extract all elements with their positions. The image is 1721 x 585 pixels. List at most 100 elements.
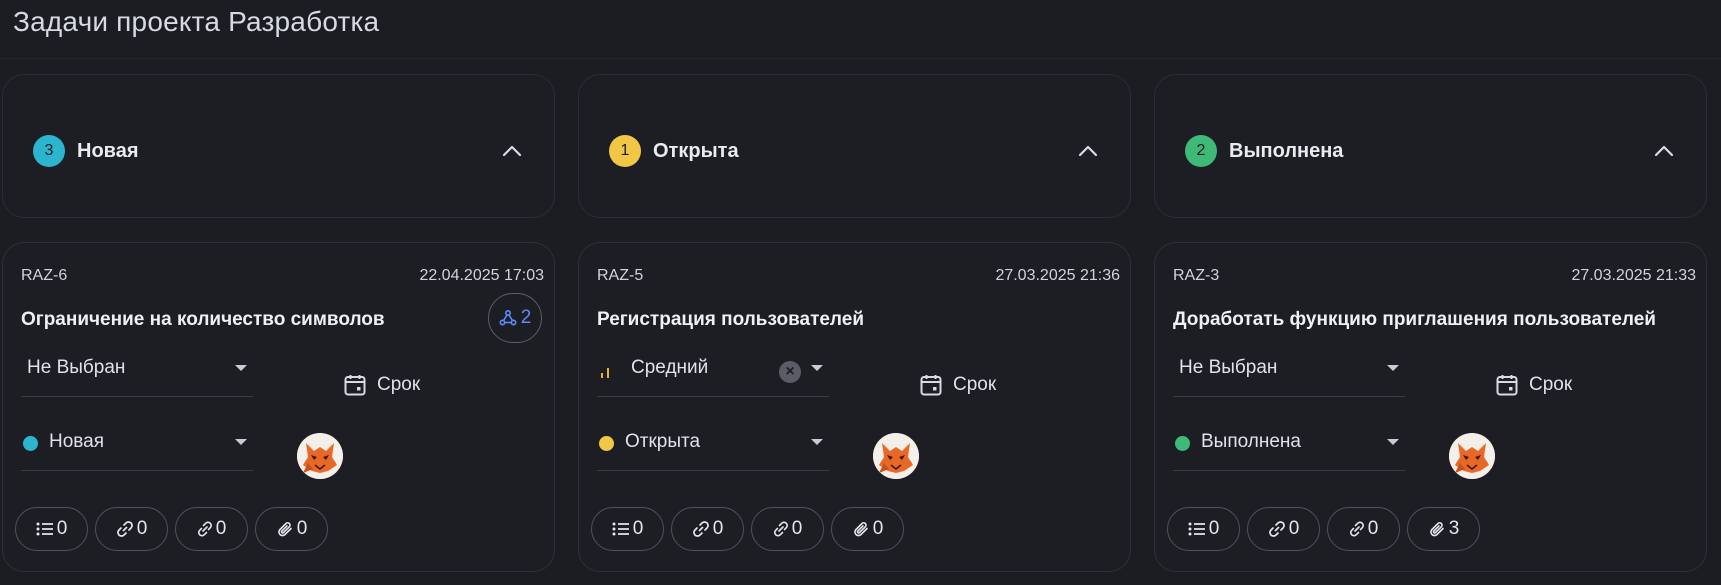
checklist-icon <box>1188 522 1205 536</box>
task-id[interactable]: RAZ-6 <box>21 267 67 285</box>
due-date-label: Срок <box>1529 374 1573 395</box>
checklist-counter[interactable]: 0 <box>591 507 664 551</box>
page-title: Задачи проекта Разработка <box>13 6 380 37</box>
task-title[interactable]: Ограничение на количество символов <box>21 309 385 331</box>
checklist-icon <box>612 522 629 536</box>
dropdown-arrow-icon <box>235 439 247 445</box>
links-counter[interactable]: 0 <box>671 507 744 551</box>
assignee-avatar[interactable] <box>297 433 343 479</box>
calendar-icon <box>344 375 366 396</box>
column-header: 1 Открыта <box>578 74 1131 218</box>
priority-value: Не Выбран <box>1179 357 1278 378</box>
column-open: 1 Открыта RAZ-5 27.03.2025 21:36 Регистр… <box>578 72 1133 585</box>
links-counter[interactable]: 0 <box>1247 507 1320 551</box>
subtasks-button[interactable]: 2 <box>488 293 542 343</box>
status-dot <box>23 436 38 451</box>
status-select[interactable]: Выполнена <box>1173 423 1405 471</box>
priority-bars-icon <box>601 368 609 378</box>
task-date: 27.03.2025 21:36 <box>995 267 1120 284</box>
card-counters: 0 0 0 0 <box>15 507 328 551</box>
dropdown-arrow-icon <box>1387 365 1399 371</box>
priority-value: Средний <box>631 357 709 378</box>
due-date-label: Срок <box>377 374 421 395</box>
checklist-icon <box>36 522 53 536</box>
relations-counter[interactable]: 0 <box>751 507 824 551</box>
link-icon <box>116 521 133 537</box>
status-select[interactable]: Открыта <box>597 423 829 471</box>
task-card[interactable]: RAZ-6 22.04.2025 17:03 Ограничение на ко… <box>2 242 555 572</box>
task-card[interactable]: RAZ-3 27.03.2025 21:33 Доработать функци… <box>1154 242 1707 572</box>
title-divider <box>0 58 1721 59</box>
column-title: Выполнена <box>1229 140 1344 162</box>
relations-counter[interactable]: 0 <box>175 507 248 551</box>
link-icon <box>1268 521 1285 537</box>
column-title: Новая <box>77 140 139 162</box>
priority-value: Не Выбран <box>27 357 126 378</box>
task-card[interactable]: RAZ-5 27.03.2025 21:36 Регистрация польз… <box>578 242 1131 572</box>
paperclip-icon <box>277 522 292 537</box>
card-counters: 0 0 0 3 <box>1167 507 1480 551</box>
dropdown-arrow-icon <box>811 439 823 445</box>
chevron-up-icon <box>1654 145 1674 157</box>
attachments-count: 0 <box>872 518 884 539</box>
clear-icon[interactable]: × <box>779 361 801 383</box>
collapse-button[interactable] <box>1072 135 1104 167</box>
due-date-button[interactable]: Срок <box>343 373 420 397</box>
kanban-board: 3 Новая RAZ-6 22.04.2025 17:03 Ограничен… <box>0 72 1721 585</box>
fox-avatar-image <box>297 433 343 479</box>
status-dot <box>599 436 614 451</box>
status-dot <box>1175 436 1190 451</box>
due-date-button[interactable]: Срок <box>1495 373 1572 397</box>
priority-select[interactable]: Средний × <box>597 349 829 397</box>
relation-icon <box>197 521 212 537</box>
assignee-avatar[interactable] <box>1449 433 1495 479</box>
dropdown-arrow-icon <box>235 365 247 371</box>
column-count-badge: 3 <box>33 135 65 167</box>
due-date-button[interactable]: Срок <box>919 373 996 397</box>
relation-icon <box>773 521 788 537</box>
assignee-avatar[interactable] <box>873 433 919 479</box>
task-id[interactable]: RAZ-3 <box>1173 267 1219 285</box>
status-value: Новая <box>49 431 105 452</box>
relations-count: 0 <box>1367 518 1379 539</box>
column-title: Открыта <box>653 140 739 162</box>
priority-select[interactable]: Не Выбран <box>1173 349 1405 397</box>
paperclip-icon <box>853 522 868 537</box>
status-select[interactable]: Новая <box>21 423 253 471</box>
column-done: 2 Выполнена RAZ-3 27.03.2025 21:33 Дораб… <box>1154 72 1709 585</box>
task-id[interactable]: RAZ-5 <box>597 267 643 285</box>
relations-counter[interactable]: 0 <box>1327 507 1400 551</box>
attachments-count: 3 <box>1448 518 1460 539</box>
relations-count: 0 <box>791 518 803 539</box>
paperclip-icon <box>1429 522 1444 537</box>
task-title[interactable]: Регистрация пользователей <box>597 309 864 331</box>
links-count: 0 <box>712 518 724 539</box>
column-header: 3 Новая <box>2 74 555 218</box>
due-date-label: Срок <box>953 374 997 395</box>
attachments-count: 0 <box>296 518 308 539</box>
checklist-count: 0 <box>632 518 644 539</box>
collapse-button[interactable] <box>496 135 528 167</box>
relations-count: 0 <box>215 518 227 539</box>
attachments-counter[interactable]: 0 <box>831 507 904 551</box>
priority-select[interactable]: Не Выбран <box>21 349 253 397</box>
attachments-counter[interactable]: 3 <box>1407 507 1480 551</box>
subtasks-count: 2 <box>520 307 532 328</box>
calendar-icon <box>920 375 942 396</box>
fox-avatar-image <box>1449 433 1495 479</box>
links-count: 0 <box>136 518 148 539</box>
checklist-counter[interactable]: 0 <box>15 507 88 551</box>
dropdown-arrow-icon <box>811 365 823 371</box>
attachments-counter[interactable]: 0 <box>255 507 328 551</box>
status-value: Открыта <box>625 431 701 452</box>
checklist-count: 0 <box>56 518 68 539</box>
status-value: Выполнена <box>1201 431 1301 452</box>
task-date: 27.03.2025 21:33 <box>1571 267 1696 284</box>
dropdown-arrow-icon <box>1387 439 1399 445</box>
collapse-button[interactable] <box>1648 135 1680 167</box>
checklist-counter[interactable]: 0 <box>1167 507 1240 551</box>
task-title[interactable]: Доработать функцию приглашения пользоват… <box>1173 309 1656 331</box>
card-counters: 0 0 0 0 <box>591 507 904 551</box>
links-count: 0 <box>1288 518 1300 539</box>
links-counter[interactable]: 0 <box>95 507 168 551</box>
